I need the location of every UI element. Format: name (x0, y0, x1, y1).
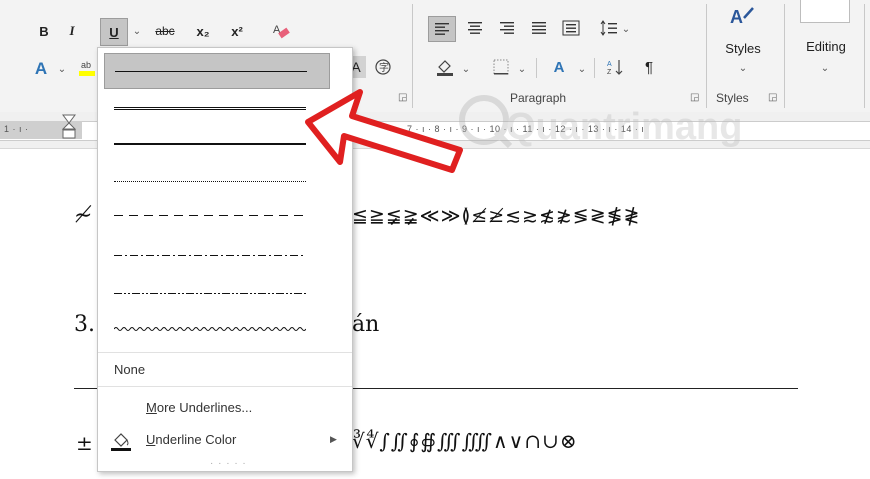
symbol-line-1: ≦≧≨≩≪≫≬≰≱≲≳≴≵≶≷≸≹ (352, 205, 641, 227)
borders-chevron-icon[interactable]: ⌄ (516, 60, 528, 78)
svg-text:Z: Z (607, 69, 612, 76)
heading-number: 3. (74, 312, 95, 337)
menu-separator (98, 352, 352, 353)
line-spacing-chevron-icon[interactable]: ⌄ (620, 20, 632, 38)
underline-option-dash-dot[interactable] (104, 238, 328, 272)
shading-chevron-icon[interactable]: ⌄ (460, 60, 472, 78)
indent-marker-icon[interactable] (61, 114, 77, 151)
underline-option-dashed[interactable] (104, 198, 328, 232)
separator (864, 4, 865, 108)
sort-icon[interactable]: AZ (604, 56, 626, 78)
underline-button[interactable]: U (100, 18, 128, 46)
svg-text:A: A (607, 61, 612, 68)
asian-layout-icon[interactable]: A (546, 56, 572, 78)
svg-text:A: A (730, 7, 743, 26)
line-spacing-icon[interactable] (598, 16, 620, 40)
svg-text:字: 字 (379, 61, 389, 74)
superscript-button[interactable]: x² (224, 20, 250, 42)
underline-option-dotted[interactable] (104, 164, 328, 198)
menu-separator (98, 386, 352, 387)
styles-gallery-icon[interactable]: A (726, 4, 756, 28)
enclose-characters-icon[interactable]: 字 (372, 56, 394, 78)
editing-icon-box (800, 0, 850, 23)
align-left-icon[interactable] (428, 16, 456, 42)
underline-color-option[interactable]: Underline Color (146, 432, 236, 447)
clear-formatting-icon[interactable]: A (268, 18, 294, 44)
underline-option-dash-dot-dot[interactable] (104, 276, 328, 310)
more-underlines-option[interactable]: More Underlines... (146, 400, 252, 415)
separator (594, 58, 595, 78)
styles-chevron-icon[interactable]: ⌄ (736, 60, 750, 76)
underline-dropdown-chevron-icon[interactable]: ⌄ (130, 20, 144, 42)
borders-icon[interactable] (490, 56, 512, 78)
underline-option-wave[interactable] (104, 312, 328, 346)
symbol-line-3-prefix: ± (76, 431, 93, 455)
svg-text:ab: ab (81, 60, 91, 70)
underline-option-double[interactable] (104, 90, 328, 124)
annotation-arrow-icon (305, 89, 463, 173)
styles-button[interactable]: Styles (720, 38, 766, 58)
symbol-line-1-prefix: ≁ (74, 203, 93, 228)
underline-color-icon (110, 430, 132, 457)
text-effects-chevron-icon[interactable]: ⌄ (56, 60, 68, 78)
watermark-text: Quantrimang (506, 106, 743, 148)
symbol-line-3: ∛∜∫∬∮∯∭⨌∧∨∩∪⊗ (352, 429, 578, 453)
underline-none-option[interactable]: None (114, 362, 145, 377)
bold-button[interactable]: B (34, 20, 54, 42)
submenu-arrow-icon: ▶ (330, 434, 337, 444)
separator (784, 4, 785, 108)
strikethrough-button[interactable]: abc (150, 20, 180, 42)
heading-text: án (352, 312, 380, 337)
shading-icon[interactable] (434, 56, 456, 78)
justify-icon[interactable] (528, 16, 550, 40)
underline-option-single[interactable] (104, 53, 330, 89)
distributed-icon[interactable] (560, 16, 582, 40)
text-effects-icon[interactable]: A (30, 58, 52, 80)
editing-chevron-icon[interactable]: ⌄ (818, 60, 832, 76)
align-center-icon[interactable] (464, 16, 486, 40)
align-right-icon[interactable] (496, 16, 518, 40)
resize-grip-icon[interactable]: · · · · · (210, 458, 247, 469)
show-paragraph-marks-icon[interactable]: ¶ (638, 56, 660, 78)
subscript-button[interactable]: x₂ (190, 20, 216, 42)
italic-button[interactable]: I (62, 20, 82, 42)
editing-button[interactable]: Editing (796, 36, 856, 56)
watermark: Quantrimang (456, 92, 776, 162)
ruler-left-numbers: 1 · ı · (4, 124, 29, 134)
underline-option-thick[interactable] (104, 126, 328, 160)
separator (536, 58, 537, 78)
highlight-icon[interactable]: ab (76, 56, 98, 78)
asian-layout-chevron-icon[interactable]: ⌄ (576, 60, 588, 78)
